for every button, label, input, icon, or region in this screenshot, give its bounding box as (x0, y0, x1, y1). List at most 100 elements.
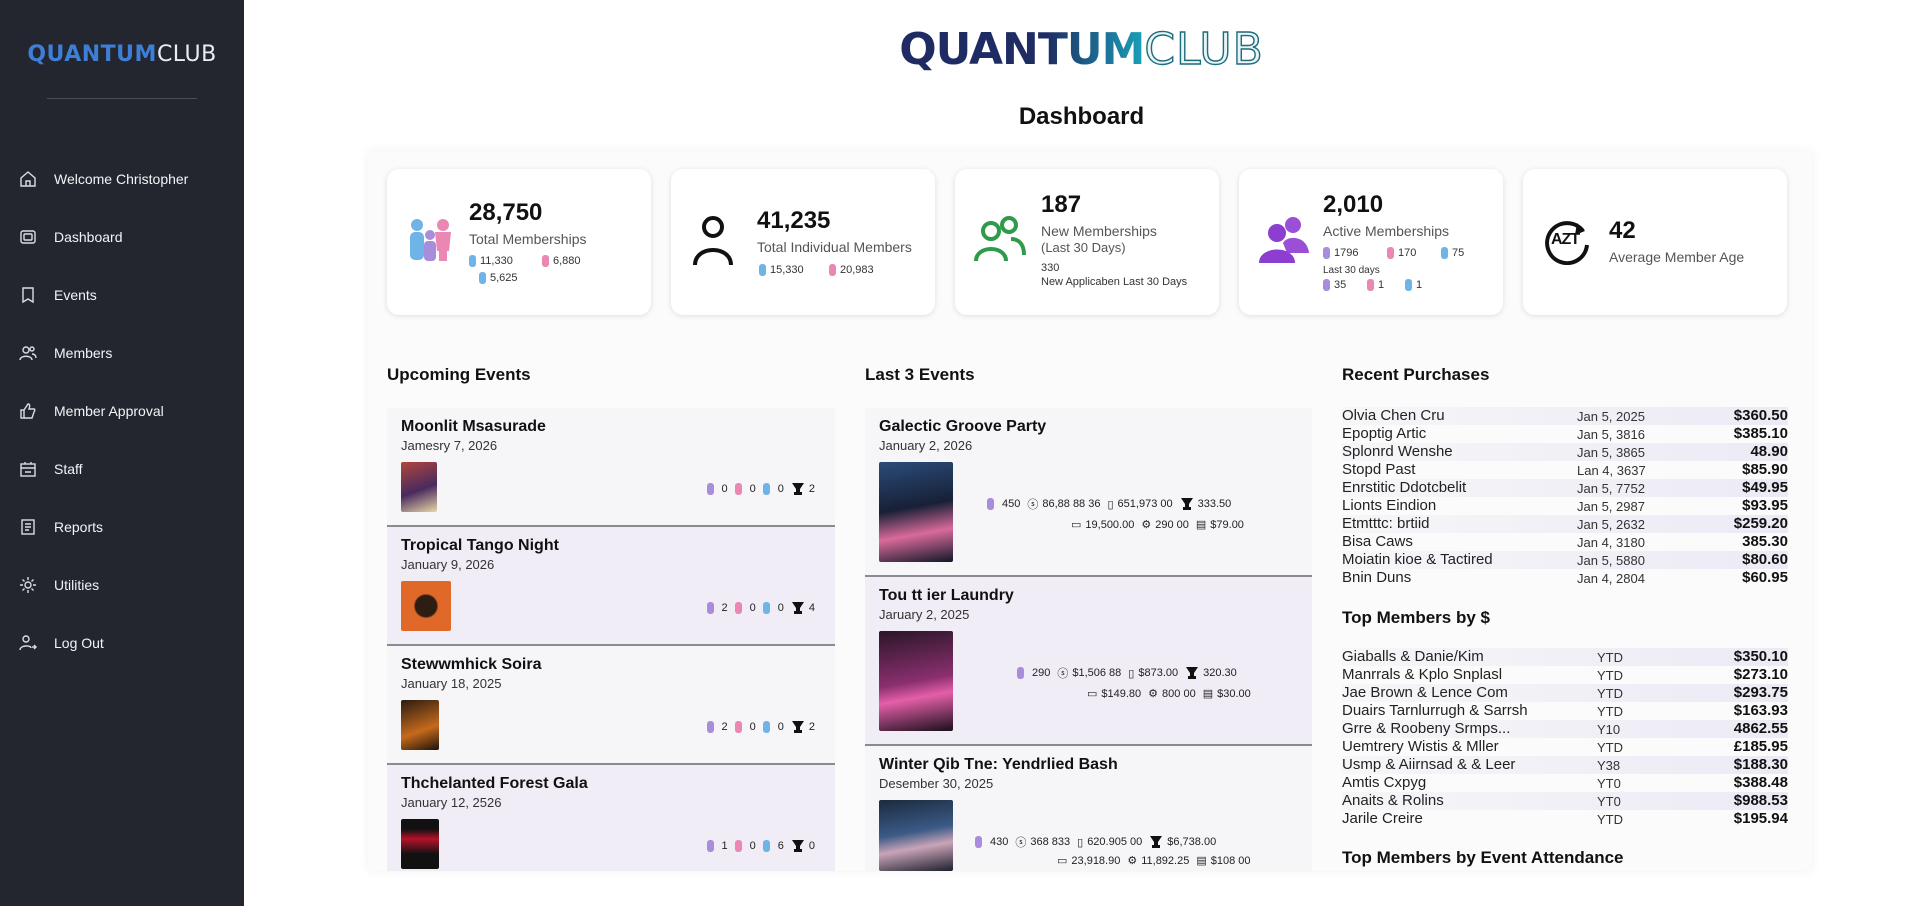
event-date: January 18, 2025 (401, 676, 502, 691)
purchase-date: Jan 5, 3816 (1577, 427, 1645, 442)
stat-sub-value: 1 (1416, 279, 1423, 291)
stat-card-individual-members[interactable]: 41,235 Total Individual Members 15,330 2… (671, 169, 935, 315)
member-period: Y10 (1597, 722, 1621, 737)
sidebar-item-dashboard[interactable]: Dashboard (0, 208, 244, 266)
list-item[interactable]: Grre & Roobeny Srmps... Y10 4862.55 (1342, 720, 1788, 738)
event-other-total: $108 00 (1210, 854, 1251, 867)
list-item[interactable]: Giaballs & Danie/Kim YTD $350.10 (1342, 648, 1788, 666)
list-item[interactable]: Usmp & Aiirnsad & & Leer Y38 $188.30 (1342, 756, 1788, 774)
list-item[interactable]: Epoptig Artic Jan 5, 3816 $385.10 (1342, 425, 1788, 443)
event-bar-total: 19,500.00 (1085, 518, 1135, 531)
stat-card-average-age[interactable]: AZT 42 Average Member Age (1523, 169, 1787, 315)
member-icon (1323, 247, 1330, 260)
list-item[interactable]: Stopd Past Lan 4, 3637 $85.90 (1342, 461, 1788, 479)
event-attendance: 450 (1002, 498, 1021, 510)
list-item[interactable]: Uemtrery Wistis & Mller YTD £185.95 (1342, 738, 1788, 756)
stat-label-period: (Last 30 Days) (1041, 240, 1126, 255)
purchase-amount: $385.10 (1733, 425, 1788, 442)
stat-value: 2,010 (1323, 191, 1384, 218)
sidebar-item-label: Reports (54, 519, 104, 535)
male-icon (479, 272, 486, 285)
list-item[interactable]: Etmtttc: brtiid Jan 5, 2632 $259.20 (1342, 515, 1788, 533)
past-event-card[interactable]: Winter Qib Tne: Yendrlied Bash Desember … (865, 746, 1312, 871)
event-stats-row2: ▭ 23,918.90 ⚙ 11,892.25 ▤ $108 00 (1057, 854, 1251, 868)
stat-breakdown-female: 6,880 (542, 255, 581, 268)
stat-breakdown-couples: 11,330 (469, 255, 513, 268)
female-icon (1387, 247, 1394, 260)
stat-card-new-memberships[interactable]: 187 New Memberships (Last 30 Days) 330 N… (955, 169, 1219, 315)
purchase-name: Moiatin kioe & Tactired (1342, 551, 1493, 568)
members-icon (18, 343, 38, 363)
list-item[interactable]: Amtis Cxpyg YT0 $388.48 (1342, 774, 1788, 792)
purchase-amount: 385.30 (1742, 533, 1788, 550)
event-revenue: 86,88 88 36 (1042, 498, 1101, 510)
list-item[interactable]: Duairs Tarnlurrugh & Sarrsh YTD $163.93 (1342, 702, 1788, 720)
list-item[interactable]: Manrrals & Kplo Snplasl YTD $273.10 (1342, 666, 1788, 684)
list-item[interactable]: Anaits & Rolins YT0 $988.53 (1342, 792, 1788, 810)
purchase-amount: $93.95 (1742, 497, 1788, 514)
event-name: Winter Qib Tne: Yendrlied Bash (879, 756, 1118, 773)
stat-sub-value: 1796 (1334, 247, 1359, 259)
past-event-card[interactable]: Galectic Groove Party January 2, 2026 45… (865, 408, 1312, 577)
sidebar-item-welcome[interactable]: Welcome Christopher (0, 150, 244, 208)
male-icon (762, 721, 770, 733)
purchase-date: Jan 5, 2025 (1577, 409, 1645, 424)
thumbs-up-icon (18, 401, 38, 421)
event-other-total: $79.00 (1210, 518, 1244, 531)
stat-breakdown-male: 5,625 (479, 272, 518, 285)
event-bar-total: 23,918.90 (1071, 854, 1121, 867)
event-attendance: 430 (990, 836, 1009, 848)
purchase-name: Bnin Duns (1342, 569, 1412, 586)
member-name: Grre & Roobeny Srmps... (1342, 720, 1511, 737)
list-item[interactable]: Bnin Duns Jan 4, 2804 $60.95 (1342, 569, 1788, 587)
age-refresh-icon: AZT (1543, 217, 1591, 266)
list-item[interactable]: Bisa Caws Jan 4, 3180 385.30 (1342, 533, 1788, 551)
list-item[interactable]: Enrstitic Ddotcbelit Jan 5, 7752 $49.95 (1342, 479, 1788, 497)
list-item[interactable]: Jarile Creire YTD $195.94 (1342, 810, 1788, 828)
count-couples: 1 (721, 840, 728, 852)
attendance-icon (975, 836, 982, 848)
event-thumbnail (879, 800, 953, 871)
female-icon (734, 483, 742, 495)
stat-card-total-memberships[interactable]: 28,750 Total Memberships 11,330 6,880 5,… (387, 169, 651, 315)
sidebar-item-logout[interactable]: Log Out (0, 614, 244, 672)
list-item[interactable]: Jae Brown & Lence Com YTD $293.75 (1342, 684, 1788, 702)
upcoming-event-card[interactable]: Tropical Tango Night January 9, 2026 2 0… (387, 527, 835, 646)
upcoming-event-card[interactable]: Moonlit Msasurade Jamesry 7, 2026 0 0 0 … (387, 408, 835, 527)
event-cost: $873.00 (1138, 667, 1179, 679)
event-date: Jaruary 2, 2025 (879, 607, 970, 622)
logo-text-quantum: QUANTUM (27, 42, 157, 67)
users-green-icon (973, 213, 1027, 267)
sidebar-item-member-approval[interactable]: Member Approval (0, 382, 244, 440)
stat-sub-value: 75 (1452, 247, 1465, 259)
event-cost: 620.905 00 (1087, 836, 1143, 848)
sidebar-item-members[interactable]: Members (0, 324, 244, 382)
upcoming-event-card[interactable]: Thchelanted Forest Gala January 12, 2526… (387, 765, 835, 871)
upcoming-events-title: Upcoming Events (387, 365, 531, 384)
sidebar-item-events[interactable]: Events (0, 266, 244, 324)
sidebar-item-staff[interactable]: Staff (0, 440, 244, 498)
list-item[interactable]: Moiatin kioe & Tactired Jan 5, 5880 $80.60 (1342, 551, 1788, 569)
past-event-card[interactable]: Tou tt ier Laundry Jaruary 2, 2025 290 ⓢ… (865, 577, 1312, 746)
event-thumbnail (401, 700, 439, 750)
purchase-amount: $85.90 (1742, 461, 1788, 478)
sidebar-item-utilities[interactable]: Utilities (0, 556, 244, 614)
stat-breakdown-couples-30d: 35 (1323, 279, 1346, 292)
member-amount: £185.95 (1733, 738, 1788, 755)
list-item[interactable]: Olvia Chen Cru Jan 5, 2025 $360.50 (1342, 407, 1788, 425)
stat-card-active-memberships[interactable]: 2,010 Active Memberships 1796 170 75 Las… (1239, 169, 1503, 315)
family-icon (405, 215, 455, 265)
sidebar-logo[interactable]: QUANTUMCLUB (0, 42, 244, 67)
stat-breakdown-female: 20,983 (829, 264, 874, 277)
event-stats-row1: 430 ⓢ 368 833 ▯ 620.905 00 $6,738.00 (975, 834, 1216, 850)
upcoming-event-card[interactable]: Stewwmhick Soira January 18, 2025 2 0 0 … (387, 646, 835, 765)
logo-text-club: CLUB (1144, 23, 1264, 75)
stat-sub-value: 20,983 (840, 264, 874, 276)
list-item[interactable]: Lionts Eindion Jan 5, 2987 $93.95 (1342, 497, 1788, 515)
list-item[interactable]: Splonrd Wenshe Jan 5, 3865 48.90 (1342, 443, 1788, 461)
sidebar-item-reports[interactable]: Reports (0, 498, 244, 556)
purchase-date: Jan 4, 3180 (1577, 535, 1645, 550)
event-stats-row1: 450 ⓢ 86,88 88 36 ▯ 651,973 00 333.50 (987, 496, 1231, 512)
event-attendance: 290 (1032, 667, 1051, 679)
purchase-date: Jan 5, 3865 (1577, 445, 1645, 460)
